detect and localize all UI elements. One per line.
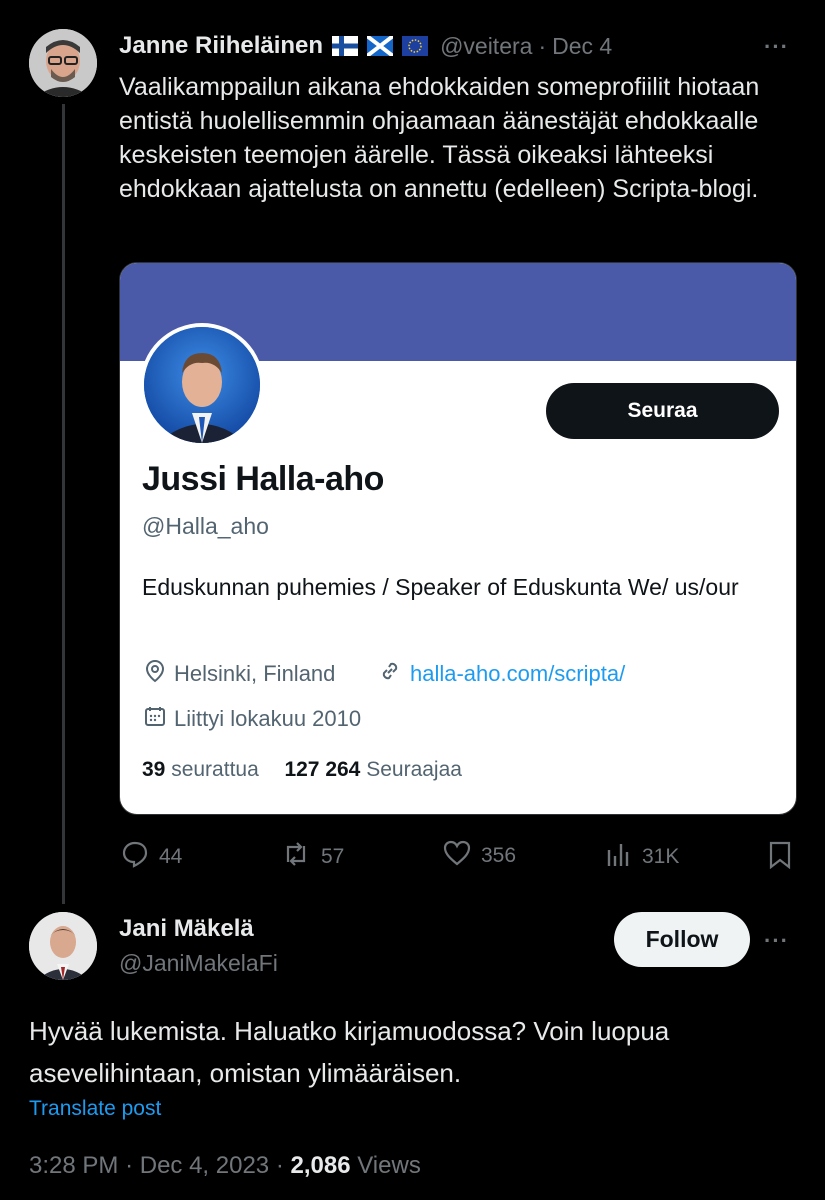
bookmark-button[interactable] [768, 841, 792, 874]
profile-website: halla-aho.com/scripta/ [378, 659, 625, 689]
heart-icon [443, 840, 471, 872]
profile-follow-button: Seuraa [546, 383, 779, 439]
reply-author-name[interactable]: Jani Mäkelä [119, 915, 254, 943]
eu-flag-icon [402, 36, 429, 56]
scotland-flag-icon [365, 34, 395, 58]
bookmark-icon [768, 841, 792, 873]
following-count: 39 [142, 758, 166, 781]
separator: · [275, 1152, 284, 1179]
reply-text: Hyvää lukemista. Haluatko kirjamuodossa?… [29, 1016, 670, 1088]
post-date[interactable]: Dec 4, 2023 [140, 1152, 269, 1179]
followers-count: 127 264 [284, 758, 361, 781]
finland-flag-icon [332, 36, 359, 56]
post-metadata: 3:28 PM · Dec 4, 2023 · 2,086 Views [29, 1152, 421, 1180]
like-count: 356 [481, 844, 517, 867]
avatar-photo-jani [29, 912, 97, 980]
calendar-icon [144, 705, 166, 733]
link-icon [378, 659, 402, 689]
location-text: Helsinki, Finland [174, 661, 336, 686]
location-pin-icon [144, 659, 166, 689]
retweet-count: 57 [321, 845, 345, 868]
avatar-photo-janne [29, 29, 97, 97]
avatar[interactable] [29, 29, 97, 97]
website-link: halla-aho.com/scripta/ [410, 661, 626, 686]
retweet-button[interactable]: 57 [281, 840, 344, 874]
profile-bio: Eduskunnan puhemies / Speaker of Eduskun… [142, 574, 739, 600]
tweet-text: Vaalikamppailun aikana ehdokkaiden somep… [119, 73, 760, 203]
followers-label: Seuraajaa [366, 758, 462, 781]
bar-chart-icon [606, 840, 632, 874]
reply-more-options-icon[interactable]: ··· [764, 928, 789, 954]
separator: · [538, 32, 547, 59]
author-name[interactable]: Janne Riiheläinen [119, 32, 323, 60]
joined-text: Liittyi lokakuu 2010 [174, 706, 362, 731]
retweet-icon [281, 840, 311, 874]
views-count: 31K [642, 845, 680, 868]
profile-card-image[interactable]: Seuraa Jussi Halla-aho @Halla_aho Edusku… [119, 262, 797, 815]
views-count-total: 2,086 [290, 1152, 351, 1179]
follow-button[interactable]: Follow [614, 912, 750, 967]
author-handle[interactable]: @veitera [440, 33, 532, 60]
tweet-date[interactable]: Dec 4 [552, 33, 612, 60]
translate-post-link[interactable]: Translate post [29, 1097, 161, 1121]
profile-joined: Liittyi lokakuu 2010 [144, 705, 361, 733]
reply-icon [121, 840, 149, 874]
following-label: seurattua [171, 758, 259, 781]
views-button[interactable]: 31K [606, 840, 679, 874]
profile-handle: @Halla_aho [142, 513, 269, 539]
more-options-icon[interactable]: ··· [764, 34, 789, 60]
separator: · [125, 1152, 134, 1179]
profile-avatar [140, 323, 264, 447]
post-time[interactable]: 3:28 PM [29, 1152, 118, 1179]
avatar-photo-jussi [144, 327, 260, 443]
views-label: Views [357, 1152, 421, 1179]
reply-avatar[interactable] [29, 912, 97, 980]
profile-name: Jussi Halla-aho [142, 460, 384, 498]
thread-line [62, 104, 65, 904]
reply-count: 44 [159, 845, 183, 868]
profile-location: Helsinki, Finland [144, 659, 335, 689]
profile-stats: 39 seurattua 127 264 Seuraajaa [142, 758, 462, 782]
like-button[interactable]: 356 [443, 840, 516, 872]
reply-author-handle[interactable]: @JaniMakelaFi [119, 950, 278, 977]
reply-button[interactable]: 44 [121, 840, 182, 874]
